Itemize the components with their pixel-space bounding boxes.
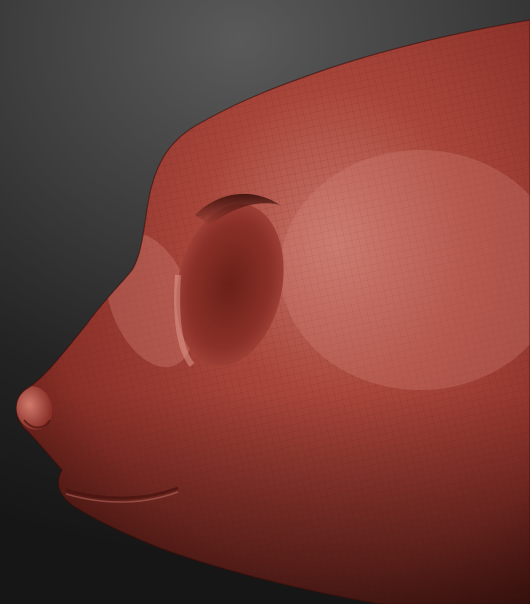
sculpt-render	[15, 19, 530, 604]
sculpt-viewport	[0, 0, 530, 604]
